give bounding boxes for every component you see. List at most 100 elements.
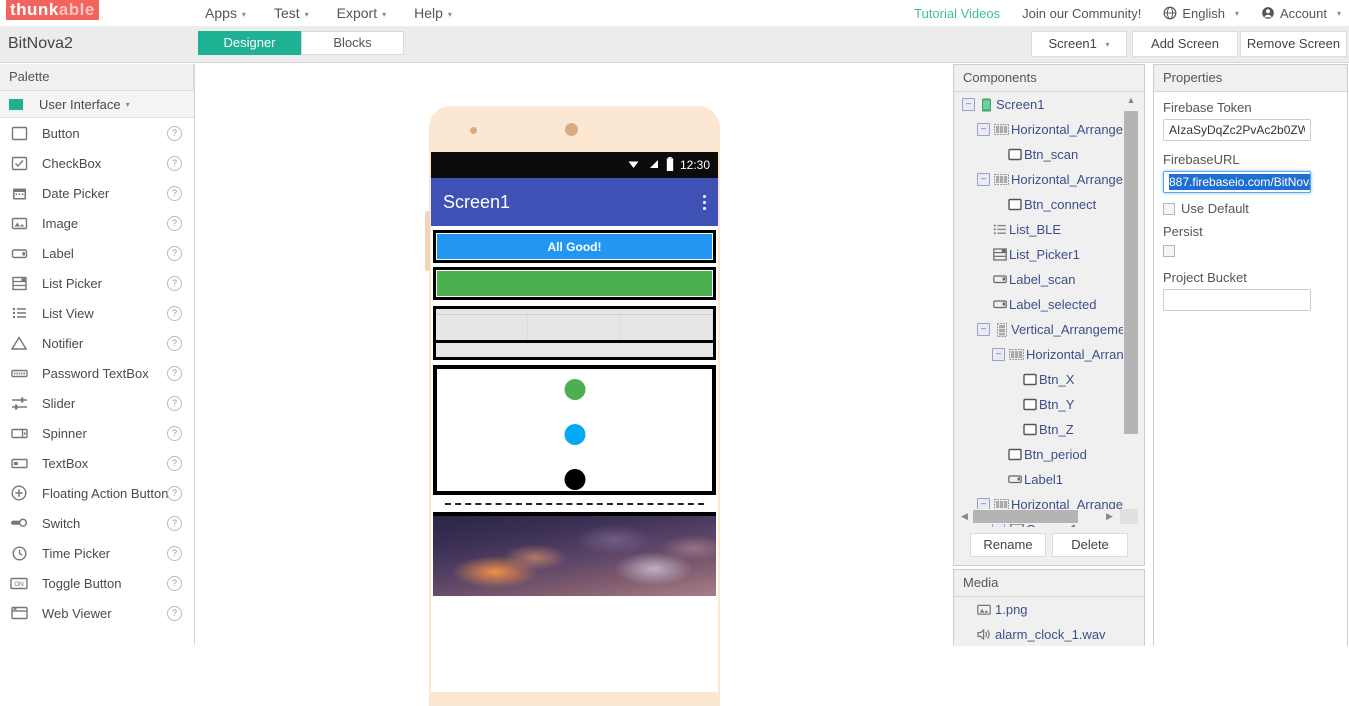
tutorial-videos-link[interactable]: Tutorial Videos bbox=[914, 6, 1000, 21]
palette-item-button[interactable]: Button? bbox=[0, 118, 194, 148]
palette-item-time-picker[interactable]: Time Picker? bbox=[0, 538, 194, 568]
tree-node-list_picker1[interactable]: List_Picker1 bbox=[954, 242, 1129, 267]
tree-collapse-toggle[interactable]: – bbox=[992, 348, 1005, 361]
switch-icon bbox=[9, 515, 29, 531]
help-icon[interactable]: ? bbox=[167, 215, 182, 231]
tree-node-btn_scan[interactable]: Btn_scan bbox=[954, 142, 1129, 167]
mock-horizontal-arrangement-1[interactable]: All Good! bbox=[433, 230, 716, 263]
persist-checkbox[interactable] bbox=[1163, 245, 1175, 257]
palette-item-notifier[interactable]: Notifier? bbox=[0, 328, 194, 358]
use-default-row[interactable]: Use Default bbox=[1163, 201, 1338, 216]
horizontal-scroll-thumb[interactable] bbox=[973, 510, 1078, 523]
tree-node-btn_x[interactable]: Btn_X bbox=[954, 367, 1129, 392]
help-icon[interactable]: ? bbox=[167, 335, 182, 351]
project-bucket-input[interactable] bbox=[1163, 289, 1311, 311]
tree-node-label1[interactable]: Label1 bbox=[954, 467, 1129, 492]
kebab-menu-icon[interactable] bbox=[703, 194, 706, 210]
palette-item-floating-action-button[interactable]: Floating Action Button? bbox=[0, 478, 194, 508]
palette-item-web-viewer[interactable]: Web Viewer? bbox=[0, 598, 194, 628]
palette-item-label: Notifier bbox=[42, 335, 84, 351]
palette-item-date-picker[interactable]: Date Picker? bbox=[0, 178, 194, 208]
mock-image-1png[interactable] bbox=[433, 512, 716, 596]
firebase-url-input[interactable]: 887.firebaseio.com/BitNova bbox=[1163, 171, 1311, 193]
scroll-left-icon[interactable]: ◀ bbox=[958, 509, 971, 524]
help-icon[interactable]: ? bbox=[167, 515, 182, 531]
clock-icon bbox=[9, 545, 29, 561]
help-icon[interactable]: ? bbox=[167, 125, 182, 141]
scrollbar-corner bbox=[1120, 509, 1138, 524]
remove-screen-button[interactable]: Remove Screen bbox=[1240, 31, 1347, 57]
tab-designer[interactable]: Designer bbox=[198, 31, 301, 55]
language-selector[interactable]: English ▾ bbox=[1163, 6, 1239, 21]
media-item-1-png[interactable]: 1.png bbox=[954, 597, 1144, 622]
tree-node-horizontal_arrangement1[interactable]: – Horizontal_Arrangement1 bbox=[954, 117, 1129, 142]
tree-collapse-toggle[interactable]: – bbox=[977, 123, 990, 136]
help-icon[interactable]: ? bbox=[167, 365, 182, 381]
thunkable-logo[interactable]: thunkable bbox=[6, 0, 99, 20]
component-tree-horizontal-scrollbar[interactable]: ◀ ▶ bbox=[958, 509, 1138, 524]
tree-node-list_ble[interactable]: List_BLE bbox=[954, 217, 1129, 242]
tree-node-horizontal_arrangement3[interactable]: – Horizontal_Arrangement3 bbox=[954, 342, 1129, 367]
firebase-token-input[interactable] bbox=[1163, 119, 1311, 141]
help-icon[interactable]: ? bbox=[167, 245, 182, 261]
mock-horizontal-arrangement-2[interactable] bbox=[433, 267, 716, 300]
palette-item-spinner[interactable]: Spinner? bbox=[0, 418, 194, 448]
tree-node-label: Screen1 bbox=[996, 97, 1045, 112]
scroll-up-icon[interactable]: ▲ bbox=[1123, 93, 1139, 107]
component-tree-vertical-scrollbar[interactable]: ▲ ▼ bbox=[1123, 93, 1139, 523]
menu-test[interactable]: Test ▾ bbox=[274, 5, 309, 21]
tree-node-horizontal_arrangement2[interactable]: – Horizontal_Arrangement2 bbox=[954, 167, 1129, 192]
help-icon[interactable]: ? bbox=[167, 155, 182, 171]
tab-blocks[interactable]: Blocks bbox=[301, 31, 404, 55]
palette-item-toggle-button[interactable]: ON Toggle Button? bbox=[0, 568, 194, 598]
palette-item-password-textbox[interactable]: Password TextBox? bbox=[0, 358, 194, 388]
tree-node-btn_period[interactable]: Btn_period bbox=[954, 442, 1129, 467]
tree-node-btn_y[interactable]: Btn_Y bbox=[954, 392, 1129, 417]
tree-node-btn_z[interactable]: Btn_Z bbox=[954, 417, 1129, 442]
tree-node-btn_connect[interactable]: Btn_connect bbox=[954, 192, 1129, 217]
palette-item-slider[interactable]: Slider? bbox=[0, 388, 194, 418]
use-default-checkbox[interactable] bbox=[1163, 202, 1175, 215]
palette-item-list-view[interactable]: List View? bbox=[0, 298, 194, 328]
menu-help[interactable]: Help ▾ bbox=[414, 5, 452, 21]
tree-node-screen1[interactable]: – Screen1 bbox=[954, 92, 1129, 117]
palette-category-user-interface[interactable]: User Interface ▾ bbox=[0, 91, 194, 118]
tree-node-label_scan[interactable]: Label_scan bbox=[954, 267, 1129, 292]
media-item-alarm-clock-1-wav[interactable]: alarm_clock_1.wav bbox=[954, 622, 1144, 647]
delete-button[interactable]: Delete bbox=[1052, 533, 1128, 557]
mock-button-btn-scan[interactable]: All Good! bbox=[436, 233, 713, 260]
mock-button-btn-connect[interactable] bbox=[436, 270, 713, 297]
tree-collapse-toggle[interactable]: – bbox=[977, 323, 990, 336]
help-icon[interactable]: ? bbox=[167, 575, 182, 591]
account-menu[interactable]: Account ▾ bbox=[1261, 6, 1341, 21]
palette-item-checkbox[interactable]: CheckBox? bbox=[0, 148, 194, 178]
help-icon[interactable]: ? bbox=[167, 275, 182, 291]
help-icon[interactable]: ? bbox=[167, 485, 182, 501]
scroll-right-icon[interactable]: ▶ bbox=[1103, 509, 1116, 524]
tree-collapse-toggle[interactable]: – bbox=[977, 173, 990, 186]
mock-canvas1[interactable] bbox=[433, 365, 716, 495]
palette-item-list-picker[interactable]: List Picker? bbox=[0, 268, 194, 298]
tree-node-label_selected[interactable]: Label_selected bbox=[954, 292, 1129, 317]
vertical-scroll-thumb[interactable] bbox=[1124, 111, 1138, 434]
palette-item-switch[interactable]: Switch? bbox=[0, 508, 194, 538]
menu-apps[interactable]: Apps ▾ bbox=[205, 5, 246, 21]
help-icon[interactable]: ? bbox=[167, 305, 182, 321]
tree-node-vertical_arrangement1[interactable]: – Vertical_Arrangement1 bbox=[954, 317, 1129, 342]
tree-collapse-toggle[interactable]: – bbox=[962, 98, 975, 111]
rename-button[interactable]: Rename bbox=[970, 533, 1046, 557]
help-icon[interactable]: ? bbox=[167, 395, 182, 411]
join-community-link[interactable]: Join our Community! bbox=[1022, 6, 1141, 21]
help-icon[interactable]: ? bbox=[167, 455, 182, 471]
help-icon[interactable]: ? bbox=[167, 605, 182, 621]
menu-export[interactable]: Export ▾ bbox=[337, 5, 386, 21]
help-icon[interactable]: ? bbox=[167, 425, 182, 441]
mock-list-picker[interactable] bbox=[433, 306, 716, 360]
screen-selector[interactable]: Screen1 ▾ bbox=[1031, 31, 1127, 57]
help-icon[interactable]: ? bbox=[167, 185, 182, 201]
palette-item-label[interactable]: Label? bbox=[0, 238, 194, 268]
add-screen-button[interactable]: Add Screen bbox=[1132, 31, 1238, 57]
palette-item-textbox[interactable]: TextBox? bbox=[0, 448, 194, 478]
palette-item-image[interactable]: Image? bbox=[0, 208, 194, 238]
help-icon[interactable]: ? bbox=[167, 545, 182, 561]
